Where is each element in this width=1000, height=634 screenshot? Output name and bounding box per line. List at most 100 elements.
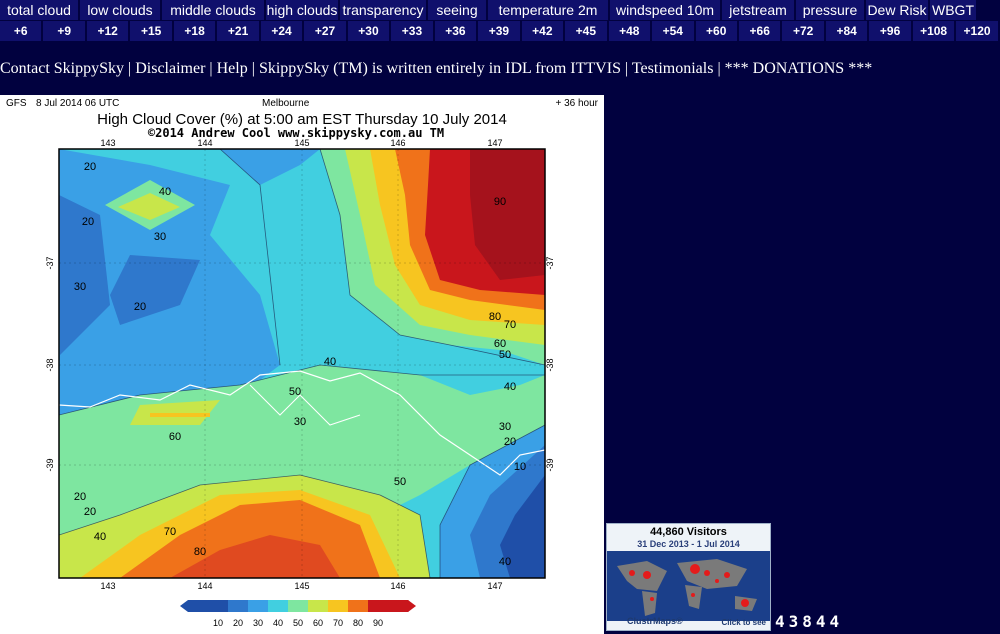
cloud-map-panel: GFS 8 Jul 2014 06 UTC Melbourne + 36 hou… [0, 95, 604, 634]
legend-tick: 90 [373, 618, 383, 628]
nav-hour-20[interactable]: +96 [869, 21, 911, 41]
colorbar-segment [288, 600, 309, 612]
link-3[interactable]: SkippySky (TM) is written entirely in ID… [259, 60, 621, 77]
nav-parameters: total cloud low clouds middle clouds high c… [0, 0, 1000, 20]
nav-hour-3[interactable]: +15 [130, 21, 172, 41]
nav-hour-22[interactable]: +120 [956, 21, 998, 41]
contour-label: 50 [394, 476, 406, 488]
contour-label: 30 [499, 421, 511, 433]
legend-tick: 30 [253, 618, 263, 628]
legend-tick: 80 [353, 618, 363, 628]
nav-hour-2[interactable]: +12 [86, 21, 129, 41]
lat-tick-left: -39 [45, 458, 55, 471]
contour-label: 60 [169, 431, 181, 443]
nav-param-10[interactable]: Dew Risk [866, 0, 928, 20]
contour-label: 20 [84, 506, 96, 518]
nav-hour-11[interactable]: +39 [478, 21, 520, 41]
nav-param-4[interactable]: transparency [340, 0, 426, 20]
visitor-count: 44,860 Visitors [650, 526, 727, 538]
colorbar-segment [368, 600, 389, 612]
nav-param-7[interactable]: windspeed 10m [610, 0, 720, 20]
legend-tick: 10 [213, 618, 223, 628]
contour-label: 50 [499, 349, 511, 361]
nav-forecast-hours: +6 +9 +12 +15 +18 +21 +24 +27 +30 +33 +36 +39 +42 +45… [0, 21, 1000, 41]
lat-tick-right: -39 [545, 458, 555, 471]
colorbar-segment [328, 600, 349, 612]
nav-hour-18[interactable]: +72 [782, 21, 824, 41]
nav-param-11[interactable]: WBGT [930, 0, 976, 20]
nav-hour-7[interactable]: +27 [304, 21, 346, 41]
link-2[interactable]: Help [217, 60, 248, 77]
contour-label: 40 [499, 556, 511, 568]
link-4[interactable]: Testimonials [632, 60, 714, 77]
legend-tick: 70 [333, 618, 343, 628]
nav-hour-15[interactable]: +54 [652, 21, 694, 41]
nav-hour-17[interactable]: +66 [738, 21, 781, 41]
legend-tick: 20 [233, 618, 243, 628]
link-separator: | [713, 60, 725, 77]
link-5[interactable]: *** DONATIONS *** [725, 60, 873, 77]
nav-param-0[interactable]: total cloud [0, 0, 78, 20]
contour-label: 80 [489, 311, 501, 323]
nav-hour-16[interactable]: +60 [695, 21, 737, 41]
contour-label: 40 [324, 356, 336, 368]
legend-tick: 50 [293, 618, 303, 628]
colorbar-segment [188, 600, 209, 612]
clustrmaps-cta[interactable]: Click to see [722, 618, 766, 627]
nav-param-5[interactable]: seeing [428, 0, 486, 20]
nav-hour-4[interactable]: +18 [173, 21, 216, 41]
nav-hour-13[interactable]: +45 [565, 21, 607, 41]
contour-label: 90 [494, 196, 506, 208]
contour-label: 40 [159, 186, 171, 198]
nav-hour-8[interactable]: +30 [347, 21, 390, 41]
nav-hour-12[interactable]: +42 [521, 21, 564, 41]
contour-label: 20 [82, 216, 94, 228]
contour-label: 10 [514, 461, 526, 473]
map-model: GFS [6, 98, 27, 109]
contour-label: 70 [504, 319, 516, 331]
link-separator: | [124, 60, 136, 77]
link-1[interactable]: Disclaimer [135, 60, 205, 77]
nav-param-8[interactable]: jetstream [722, 0, 794, 20]
contour-label: 20 [134, 301, 146, 313]
lon-tick-top: 146 [390, 138, 405, 148]
legend-colorbar [180, 600, 416, 612]
nav-hour-0[interactable]: +6 [0, 21, 42, 41]
lon-tick-top: 145 [294, 138, 309, 148]
contour-label: 80 [194, 546, 206, 558]
link-0[interactable]: Contact SkippySky [0, 60, 124, 77]
link-bar: Contact SkippySky | Disclaimer | Help | … [0, 60, 1000, 82]
lon-tick-bottom: 143 [100, 581, 115, 591]
nav-hour-14[interactable]: +48 [608, 21, 651, 41]
legend-tick: 40 [273, 618, 283, 628]
clustrmaps-brand: ClustrMaps® [627, 616, 683, 626]
lon-tick-top: 144 [197, 138, 212, 148]
visitor-date-range: 31 Dec 2013 - 1 Jul 2014 [637, 539, 740, 549]
nav-param-1[interactable]: low clouds [80, 0, 160, 20]
nav-hour-6[interactable]: +24 [260, 21, 303, 41]
colorbar-segment [348, 600, 369, 612]
link-separator: | [620, 60, 632, 77]
nav-hour-9[interactable]: +33 [391, 21, 433, 41]
lat-ticks-left: -37 -38 -39 [45, 256, 55, 471]
nav-hour-10[interactable]: +36 [434, 21, 477, 41]
lon-tick-top: 147 [487, 138, 502, 148]
lon-tick-bottom: 145 [294, 581, 309, 591]
nav-param-6[interactable]: temperature 2m [488, 0, 608, 20]
lon-tick-top: 143 [100, 138, 115, 148]
nav-param-3[interactable]: high clouds [266, 0, 338, 20]
lon-ticks-bottom: 143 144 145 146 147 [100, 581, 502, 591]
nav-hour-5[interactable]: +21 [217, 21, 259, 41]
nav-hour-1[interactable]: +9 [43, 21, 85, 41]
nav-param-9[interactable]: pressure [796, 0, 864, 20]
legend-tick: 60 [313, 618, 323, 628]
nav-hour-21[interactable]: +108 [912, 21, 955, 41]
clustrmaps-widget[interactable]: 44,860 Visitors 31 Dec 2013 - 1 Jul 2014… [606, 523, 771, 631]
world-map-icon [607, 551, 770, 621]
lon-tick-bottom: 146 [390, 581, 405, 591]
nav-hour-19[interactable]: +84 [825, 21, 868, 41]
lat-tick-right: -37 [545, 256, 555, 269]
contour-label: 30 [74, 281, 86, 293]
nav-param-2[interactable]: middle clouds [162, 0, 264, 20]
colorbar-segment [268, 600, 289, 612]
